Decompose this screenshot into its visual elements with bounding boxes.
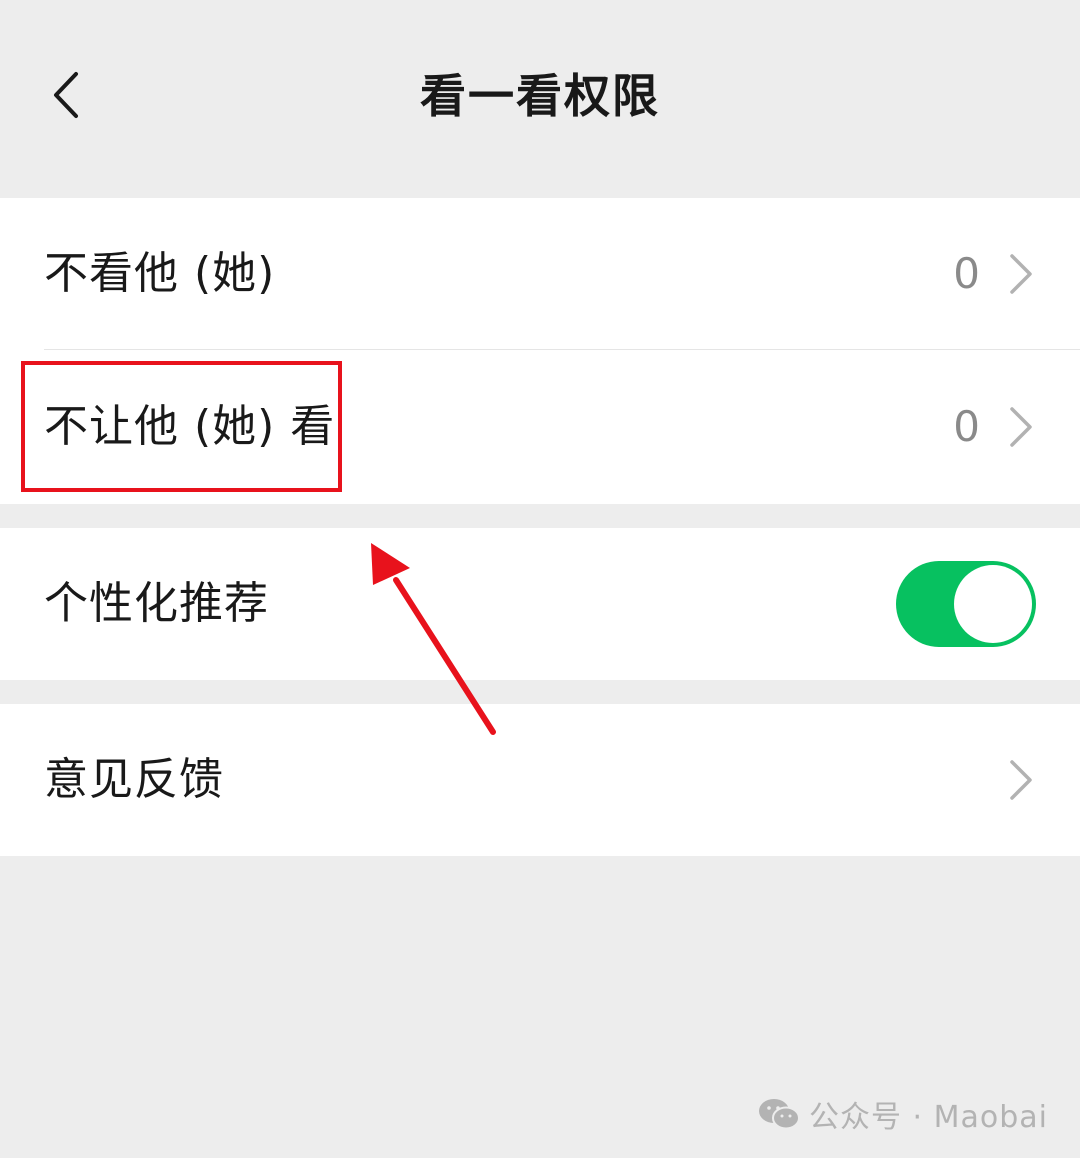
- nav-bar: 看一看权限: [0, 0, 1080, 198]
- row-label: 意见反馈: [44, 754, 224, 805]
- feedback-group: 意见反馈: [0, 704, 1080, 856]
- row-label: 不看他 (她): [44, 248, 276, 299]
- row-label: 个性化推荐: [44, 578, 269, 629]
- row-count: 0: [953, 249, 980, 298]
- block-from-seeing-row[interactable]: 不让他 (她) 看 0: [0, 350, 1080, 504]
- chevron-right-icon: [1010, 760, 1032, 800]
- watermark: 公众号 · Maobai: [757, 1092, 1048, 1136]
- row-label: 不让他 (她) 看: [44, 401, 336, 452]
- wechat-icon: [759, 1099, 800, 1130]
- hide-from-me-row[interactable]: 不看他 (她) 0: [0, 198, 1080, 350]
- chevron-right-icon: [1010, 254, 1032, 294]
- watermark-text: 公众号 · Maobai: [809, 1100, 1048, 1135]
- privacy-settings-group: 不看他 (她) 0 不让他 (她) 看 0: [0, 198, 1080, 504]
- toggle-knob: [954, 565, 1032, 643]
- personalized-recommendation-row: 个性化推荐: [0, 528, 1080, 680]
- chevron-right-icon: [1010, 407, 1032, 447]
- personalized-recommendation-toggle[interactable]: [896, 561, 1036, 647]
- page-title: 看一看权限: [420, 69, 660, 123]
- row-count: 0: [953, 402, 980, 451]
- feedback-row[interactable]: 意见反馈: [0, 704, 1080, 856]
- recommendation-group: 个性化推荐: [0, 528, 1080, 680]
